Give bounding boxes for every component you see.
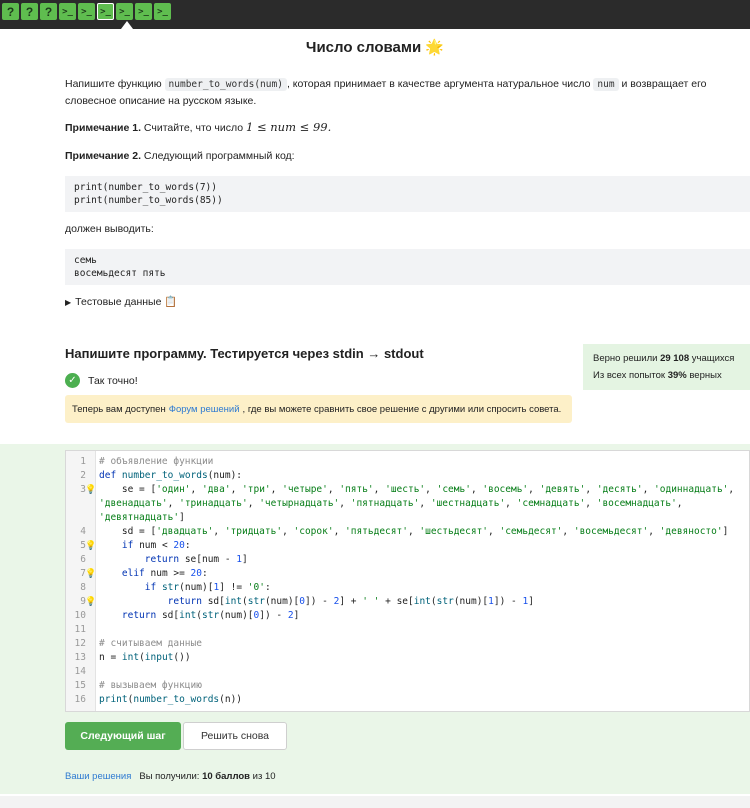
line-number: 4 (80, 526, 86, 537)
line-number: 9 (80, 596, 86, 607)
inline-code-function: number_to_words(num) (164, 78, 287, 91)
quiz-step-icon-2[interactable]: ? (21, 3, 38, 20)
code-line[interactable]: 6 return se[num - 1] (66, 553, 749, 567)
line-number: 6 (80, 554, 86, 565)
submission-heading: Напишите программу. Тестируется через st… (65, 346, 424, 361)
active-step-caret (121, 21, 133, 29)
forum-link[interactable]: Форум решений (169, 404, 240, 415)
code-line[interactable]: 13 n = int(input()) (66, 651, 749, 665)
line-number: 8 (80, 582, 86, 593)
triangle-right-icon: ▶ (65, 298, 72, 307)
code-text: n = int(input()) (99, 652, 191, 663)
code-text: # объявление функции (99, 456, 214, 467)
lightbulb-icon[interactable]: 💡 (85, 595, 96, 609)
line-number: 1 (80, 456, 86, 467)
code-line[interactable]: 8 if str(num)[1] != '0': (66, 581, 749, 595)
code-line[interactable]: 16 print(number_to_words(n)) (66, 693, 749, 707)
code-step-icon-7[interactable]: >_ (116, 3, 133, 20)
code-line[interactable]: 7 💡 elif num >= 20: (66, 567, 749, 581)
code-text: 'двенадцать', 'тринадцать', 'четырнадцат… (99, 498, 683, 509)
code-text: def number_to_words(num): (99, 470, 243, 481)
line-number: 5 (80, 540, 86, 551)
example-output-block: семь восемьдесят пять (65, 249, 750, 285)
page-footer-strip (0, 796, 750, 808)
line-number: 13 (74, 652, 86, 663)
lightbulb-icon[interactable]: 💡 (85, 539, 96, 553)
solve-again-button[interactable]: Решить снова (183, 722, 287, 750)
code-line[interactable]: 10 return sd[int(str(num)[0]) - 2] (66, 609, 749, 623)
quiz-step-icon-3[interactable]: ? (40, 3, 57, 20)
lightbulb-icon[interactable]: 💡 (85, 483, 96, 497)
line-number: 7 (80, 568, 86, 579)
code-line[interactable]: 14 (66, 665, 749, 679)
your-solutions-link[interactable]: Ваши решения (65, 771, 131, 782)
lightbulb-icon[interactable]: 💡 (85, 567, 96, 581)
code-step-icon-5[interactable]: >_ (78, 3, 95, 20)
code-text: # считываем данные (99, 638, 202, 649)
code-text: if str(num)[1] != '0': (144, 582, 271, 593)
code-step-icon-4[interactable]: >_ (59, 3, 76, 20)
line-number: 10 (74, 610, 86, 621)
step-list: ??? >_ >_ >_ >_ >_ >_ (2, 3, 171, 20)
code-text: if num < 20: (121, 540, 191, 551)
code-line[interactable]: 5 💡 if num < 20: (66, 539, 749, 553)
should-output-text: должен выводить: (65, 223, 154, 235)
code-text: 'девятнадцать'] (99, 512, 185, 523)
code-text: sd = ['двадцать', 'тридцать', 'сорок', '… (99, 526, 729, 537)
line-number: 2 (80, 470, 86, 481)
code-line[interactable]: 12 # считываем данные (66, 637, 749, 651)
success-message: ✓ Так точно! (65, 373, 138, 388)
quiz-step-icon-1[interactable]: ? (2, 3, 19, 20)
code-step-icon-9[interactable]: >_ (154, 3, 171, 20)
code-line[interactable]: 4 sd = ['двадцать', 'тридцать', 'сорок',… (66, 525, 749, 539)
code-line[interactable]: 'девятнадцать'] (66, 511, 749, 525)
code-line[interactable]: 3 💡 se = ['один', 'два', 'три', 'четыре',… (66, 483, 749, 497)
code-text: se = ['один', 'два', 'три', 'четыре', 'п… (99, 484, 735, 495)
task-intro: Напишите функцию number_to_words(num), к… (65, 78, 707, 107)
test-data-toggle[interactable]: ▶ Тестовые данные 📋 (65, 295, 177, 308)
solve-stats-box: Верно решили 29 108 учащихся Из всех поп… (583, 344, 750, 390)
code-text: return sd[int(str(num)[0]) - 2] + ' ' + … (167, 596, 534, 607)
code-line[interactable]: 9 💡 return sd[int(str(num)[0]) - 2] + ' '… (66, 595, 749, 609)
code-line[interactable]: 15 # вызываем функцию (66, 679, 749, 693)
line-number: 15 (74, 680, 86, 691)
line-number: 11 (74, 624, 86, 635)
example-code-block: print(number_to_words(7)) print(number_t… (65, 176, 750, 212)
next-step-button[interactable]: Следующий шаг (65, 722, 181, 750)
step-navigation-bar: ??? >_ >_ >_ >_ >_ >_ (0, 0, 750, 29)
line-number: 16 (74, 694, 86, 705)
note-1: Примечание 1. Считайте, что число 1 ≤ nu… (65, 120, 332, 134)
code-editor[interactable]: 1 # объявление функции 2 def number_to_word… (65, 450, 750, 712)
forum-notice: Теперь вам доступен Форум решений, где вы… (65, 395, 572, 423)
code-line[interactable]: 2 def number_to_words(num): (66, 469, 749, 483)
code-line[interactable]: 1 # объявление функции (66, 455, 749, 469)
code-text: return sd[int(str(num)[0]) - 2] (121, 610, 300, 621)
line-number: 14 (74, 666, 86, 677)
page-title: Число словами 🌟 (305, 39, 445, 56)
line-number: 3 (80, 484, 86, 495)
result-line: Ваши решения Вы получили: 10 баллов из 10 (65, 771, 276, 782)
code-step-icon-6[interactable]: >_ (97, 3, 114, 20)
code-text: # вызываем функцию (99, 680, 202, 691)
line-number: 12 (74, 638, 86, 649)
note-1-math: 1 ≤ num ≤ 99. (246, 120, 332, 134)
code-text: elif num >= 20: (121, 568, 208, 579)
code-text: return se[num - 1] (144, 554, 248, 565)
inline-code-num: num (593, 78, 619, 91)
note-2: Примечание 2. Следующий программный код: (65, 150, 295, 162)
check-circle-icon: ✓ (65, 373, 80, 388)
code-text: print(number_to_words(n)) (99, 694, 243, 705)
code-line[interactable]: 'двенадцать', 'тринадцать', 'четырнадцат… (66, 497, 749, 511)
code-step-icon-8[interactable]: >_ (135, 3, 152, 20)
code-line[interactable]: 11 (66, 623, 749, 637)
